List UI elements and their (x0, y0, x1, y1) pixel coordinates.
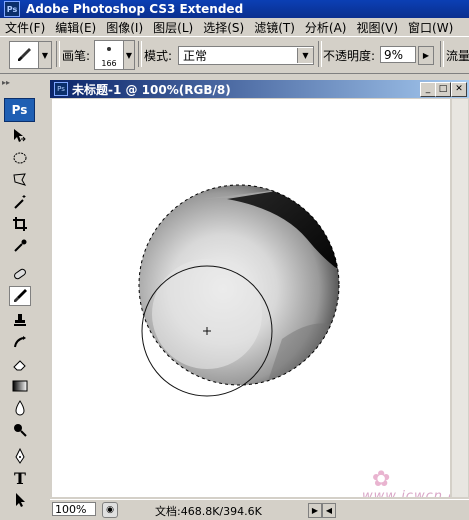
photoshop-logo-icon: Ps (4, 1, 20, 17)
photoshop-doc-icon: Ps (54, 82, 68, 96)
blur-icon[interactable] (9, 398, 31, 418)
brush-size-value: 166 (101, 59, 117, 68)
menu-view[interactable]: 视图(V) (351, 19, 403, 36)
document-size-info: 文档:468.8K/394.6K (155, 505, 262, 518)
mode-value: 正常 (183, 49, 208, 63)
menu-edit[interactable]: 编辑(E) (50, 19, 101, 36)
tool-preset-dropdown[interactable]: ▼ (38, 41, 52, 69)
toolbox-grip[interactable]: ▸▸ (2, 78, 35, 88)
opacity-input[interactable]: 9% (380, 46, 416, 63)
lasso-icon[interactable] (9, 170, 31, 190)
mode-select[interactable]: 正常 ▼ (178, 46, 314, 65)
gradient-icon[interactable] (9, 376, 31, 396)
toolbox: ▸▸ Ps T (0, 76, 37, 519)
healing-brush-icon[interactable] (9, 264, 31, 284)
document-title-bar[interactable]: Ps 未标题-1 @ 100%(RGB/8) (50, 80, 469, 98)
menu-file[interactable]: 文件(F) (0, 19, 50, 36)
options-separator (138, 41, 142, 67)
menu-image[interactable]: 图像(I) (101, 19, 148, 36)
scroll-left-button[interactable]: ◀ (322, 503, 336, 518)
pen-icon[interactable] (9, 446, 31, 466)
app-title: Adobe Photoshop CS3 Extended (26, 2, 244, 16)
canvas[interactable]: ✿ www.jcwcn.com (52, 99, 450, 497)
history-brush-icon[interactable] (9, 332, 31, 352)
document-window: Ps 未标题-1 @ 100%(RGB/8) _ □ ✕ ✿ www.jcwcn… (50, 80, 469, 520)
brush-icon (18, 48, 31, 61)
dodge-icon[interactable] (9, 420, 31, 440)
canvas-artwork (138, 184, 340, 397)
brush-picker[interactable]: 166 (94, 40, 124, 70)
opacity-label: 不透明度: (323, 49, 376, 63)
maximize-button[interactable]: □ (435, 82, 451, 97)
menu-filter[interactable]: 滤镜(T) (249, 19, 300, 36)
options-separator (56, 41, 60, 67)
mode-label: 模式: (144, 49, 173, 63)
menu-layer[interactable]: 图层(L) (148, 19, 198, 36)
brush-tip-icon (107, 47, 111, 51)
flow-label: 流量 (446, 49, 469, 63)
options-separator (318, 41, 322, 67)
status-menu-arrow[interactable]: ▶ (308, 503, 322, 518)
brush-picker-dropdown[interactable]: ▼ (123, 40, 135, 70)
chevron-down-icon: ▼ (297, 48, 313, 63)
tool-preset-picker[interactable] (9, 41, 39, 69)
opacity-slider-button[interactable]: ▶ (418, 46, 434, 65)
status-info-icon[interactable]: ◉ (102, 502, 118, 518)
toolbox-logo[interactable]: Ps (4, 98, 35, 122)
watermark-text: www.jcwcn.com (362, 489, 450, 497)
brush-label: 画笔: (62, 49, 91, 63)
status-bar: 100% ◉ 文档:468.8K/394.6K ▶ ◀ (50, 499, 469, 520)
menu-analysis[interactable]: 分析(A) (300, 19, 352, 36)
close-button[interactable]: ✕ (451, 82, 467, 97)
options-bar: ▼ 画笔: 166 ▼ 模式: 正常 ▼ 不透明度: 9% ▶ 流量 (0, 36, 469, 74)
type-icon[interactable]: T (9, 468, 31, 488)
minimize-button[interactable]: _ (420, 82, 436, 97)
eyedropper-icon[interactable] (9, 236, 31, 256)
magic-wand-icon[interactable] (9, 192, 31, 212)
app-title-bar: Ps Adobe Photoshop CS3 Extended (0, 0, 469, 18)
zoom-input[interactable]: 100% (52, 502, 96, 516)
options-separator (440, 41, 444, 67)
brush-tool-icon[interactable] (9, 286, 31, 306)
path-selection-icon[interactable] (9, 490, 31, 510)
eraser-icon[interactable] (9, 354, 31, 374)
ellipse-marquee-icon[interactable] (9, 148, 31, 168)
menu-select[interactable]: 选择(S) (198, 19, 249, 36)
vertical-scrollbar[interactable] (452, 99, 468, 497)
clone-stamp-icon[interactable] (9, 310, 31, 330)
document-title: 未标题-1 @ 100%(RGB/8) (72, 82, 231, 97)
menu-bar: 文件(F) 编辑(E) 图像(I) 图层(L) 选择(S) 滤镜(T) 分析(A… (0, 18, 469, 36)
move-tool-icon[interactable] (9, 126, 31, 146)
crop-icon[interactable] (9, 214, 31, 234)
menu-window[interactable]: 窗口(W) (403, 19, 458, 36)
